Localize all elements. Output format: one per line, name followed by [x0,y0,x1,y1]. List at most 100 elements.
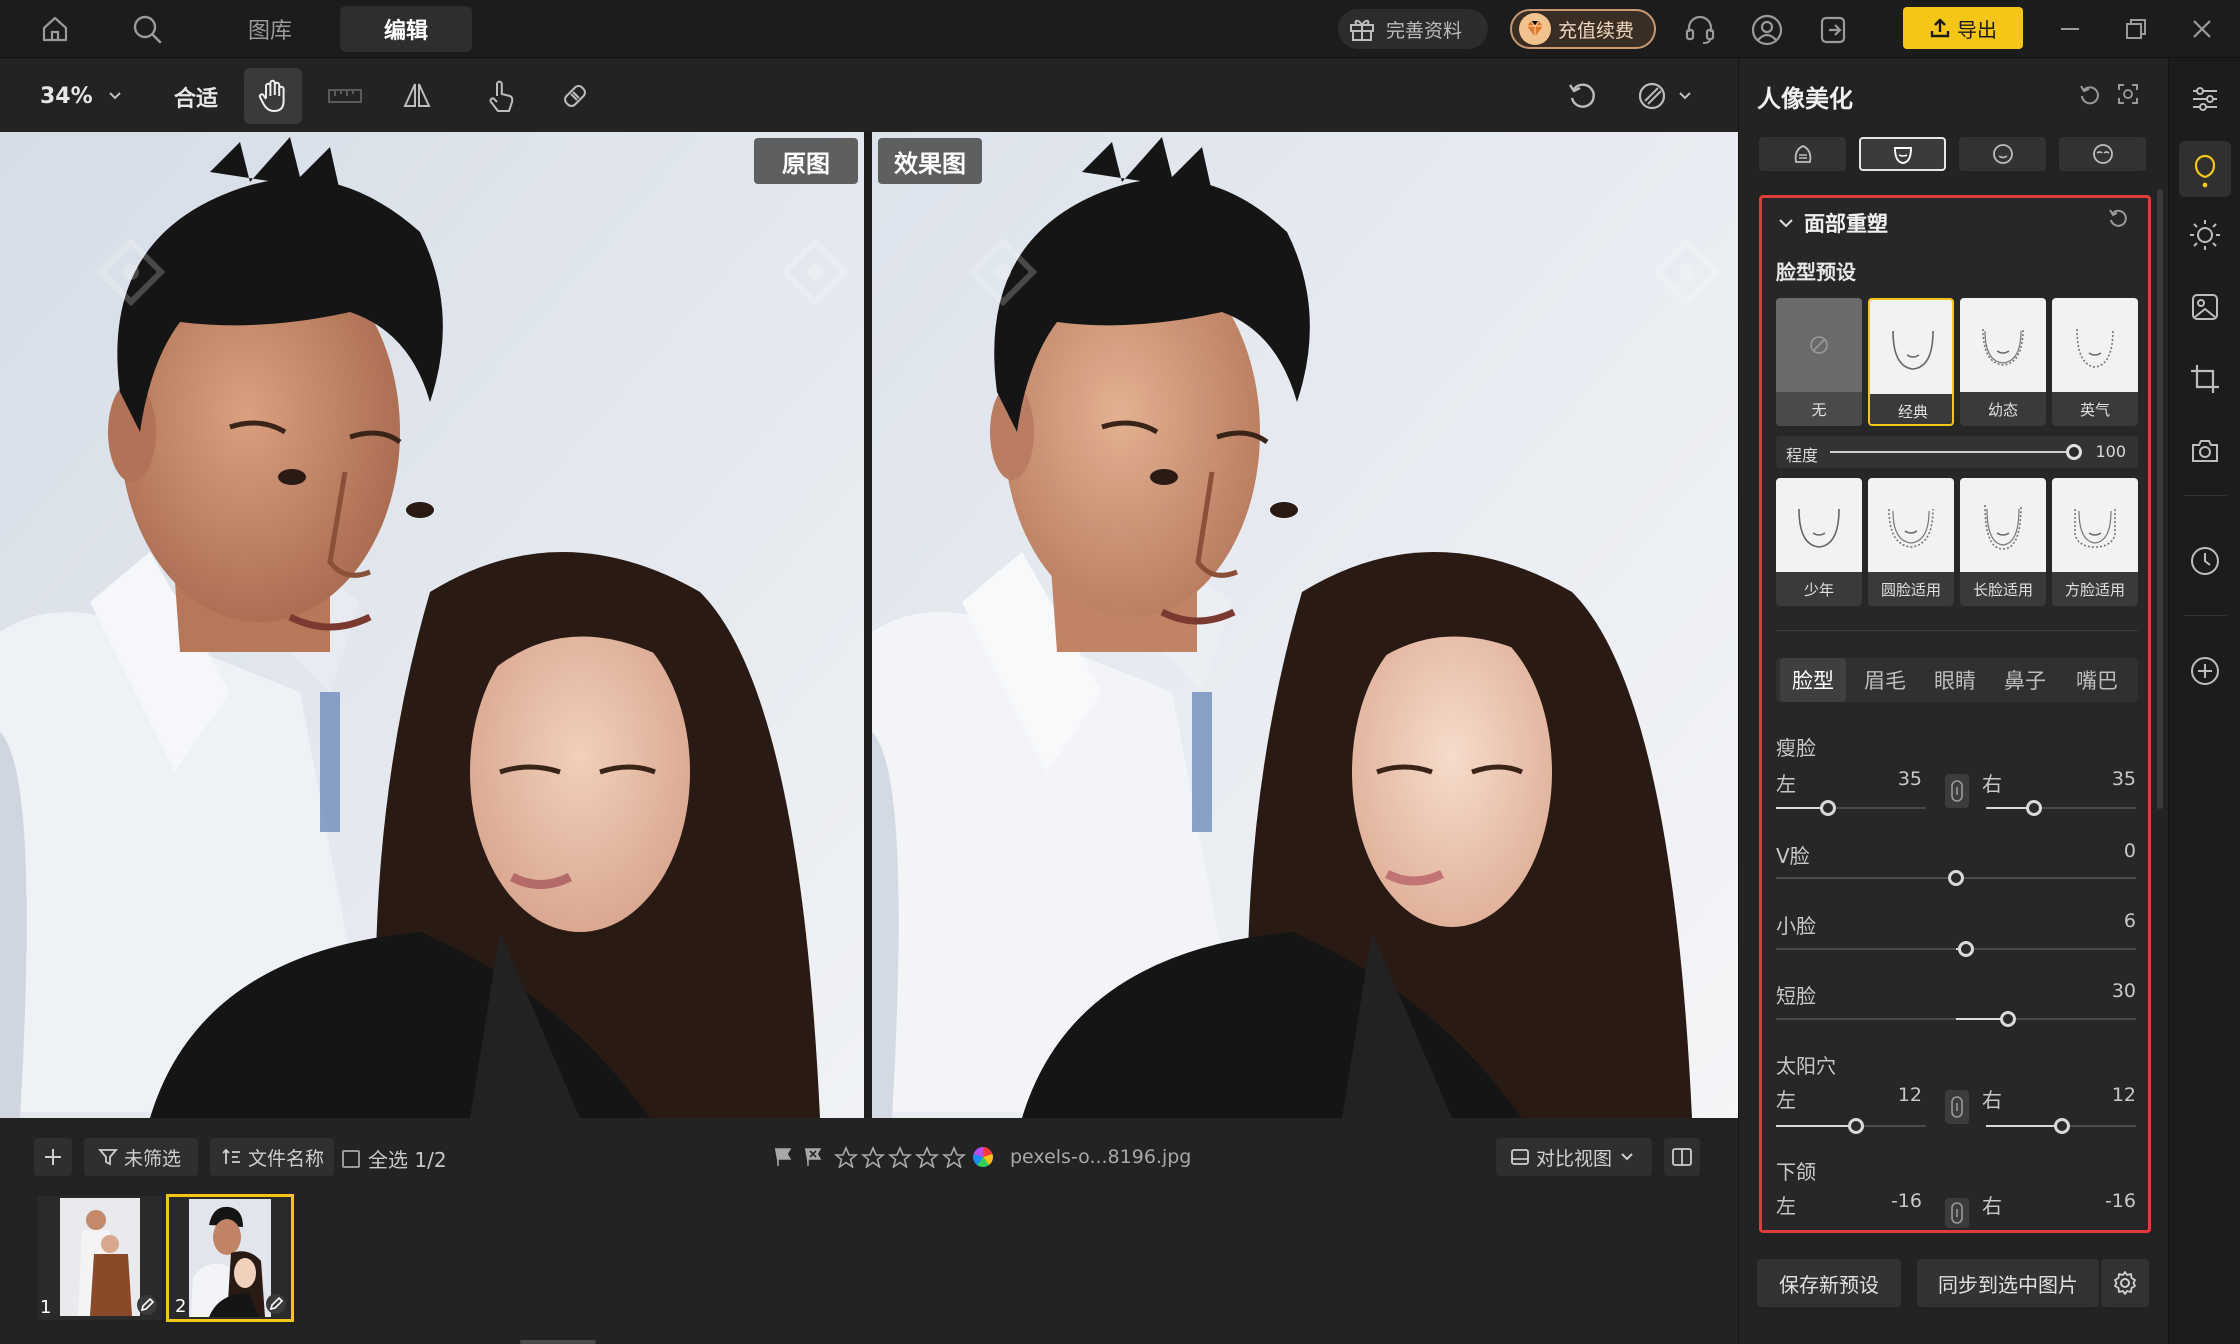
link-icon[interactable] [1945,774,1969,808]
thin-face-left-value: 35 [1897,768,1922,790]
temple-right-knob[interactable] [2054,1118,2070,1134]
export-button[interactable]: 导出 [1903,7,2023,49]
star-icon[interactable] [915,1146,939,1168]
preset-boyish[interactable]: 少年 [1776,478,1862,606]
preset-square-face[interactable]: 方脸适用 [2052,478,2138,606]
tab-eyes[interactable]: 眼睛 [1922,658,1988,702]
sync-button[interactable]: 同步到选中图片 [1917,1259,2099,1307]
ruler-icon[interactable] [316,68,374,124]
edited-badge-icon [136,1294,158,1316]
section-reset-icon[interactable] [2104,204,2132,232]
watermark-logo [780,237,850,307]
preset-label: 长脸适用 [1972,580,2033,599]
mirror-icon[interactable] [388,68,446,124]
thin-face-right-knob[interactable] [2026,800,2042,816]
compare-view-select[interactable]: 对比视图 [1496,1138,1652,1176]
v-face-label: V脸 [1776,844,1810,868]
compare-icon [1511,1149,1529,1165]
crop-icon[interactable] [2183,357,2227,401]
jaw-left-value: -16 [1890,1190,1922,1212]
tab-face-shape[interactable]: 脸型 [1780,658,1846,702]
complete-profile-button[interactable]: 完善资料 [1338,9,1488,49]
tab-eyebrows[interactable]: 眉毛 [1852,658,1918,702]
preset-classic[interactable]: 经典 [1868,298,1954,426]
headset-icon[interactable] [1680,12,1720,48]
face-detect-icon[interactable] [2113,79,2143,109]
minimize-icon[interactable] [2052,14,2088,44]
preset-none[interactable]: 无 [1776,298,1862,426]
save-preset-button[interactable]: 保存新预设 [1757,1259,1901,1307]
tab-library[interactable]: 图库 [222,6,318,52]
user-icon[interactable] [1748,12,1786,48]
preset-round-face[interactable]: 圆脸适用 [1868,478,1954,606]
temple-left-knob[interactable] [1848,1118,1864,1134]
result-image [872,132,1738,1118]
thumbnail-selected[interactable]: 2 [166,1194,294,1322]
select-all-checkbox[interactable]: 全选 1/2 [342,1144,447,1173]
star-icon[interactable] [888,1146,912,1168]
tab-skin[interactable] [1759,137,1846,171]
fit-button[interactable]: 合适 [174,81,218,113]
reset-icon[interactable] [1554,68,1612,124]
search-icon[interactable] [128,10,166,48]
thumbnail[interactable]: 1 [38,1196,162,1320]
link-icon[interactable] [1945,1090,1969,1124]
reject-flag-icon[interactable] [802,1146,824,1168]
add-button[interactable] [34,1138,72,1176]
tab-mouth[interactable]: 嘴巴 [2064,658,2130,702]
preset-youthful[interactable]: 幼态 [1960,298,2046,426]
sort-button[interactable]: 文件名称 [210,1138,334,1176]
eraser-icon[interactable] [546,68,604,124]
close-icon[interactable] [2184,14,2220,44]
preset-long-face[interactable]: 长脸适用 [1960,478,2046,606]
tab-face-reshape[interactable] [1859,137,1946,171]
home-icon[interactable] [36,12,74,46]
touch-icon[interactable] [472,68,530,124]
restore-icon[interactable] [2118,14,2154,44]
small-face-knob[interactable] [1958,941,1974,957]
recharge-button[interactable]: 充值续费 [1510,9,1656,49]
color-label-icon[interactable] [972,1146,994,1168]
split-view-button[interactable] [1664,1138,1700,1176]
star-icon[interactable] [834,1146,858,1168]
v-face-knob[interactable] [1948,870,1964,886]
tab-makeup[interactable] [1959,137,2046,171]
overlay-icon[interactable] [1624,68,1704,124]
thin-face-left-knob[interactable] [1820,800,1836,816]
history-icon[interactable] [2183,539,2227,583]
tab-edit[interactable]: 编辑 [340,6,472,52]
adjust-icon[interactable] [2183,77,2227,121]
section-header[interactable]: 面部重塑 [1778,208,1888,238]
face-contour-icon [1868,478,1954,572]
settings-icon[interactable] [2101,1259,2149,1307]
preset-label: 经典 [1897,402,1928,421]
logout-icon[interactable] [1814,12,1852,48]
camera-icon[interactable] [2183,429,2227,473]
filmstrip-scrollbar[interactable] [520,1340,596,1344]
tab-nose[interactable]: 鼻子 [1992,658,2058,702]
tab-eyes[interactable] [2059,137,2146,171]
filter-button[interactable]: 未筛选 [84,1138,198,1176]
image-edit-icon[interactable] [2183,285,2227,329]
degree-slider[interactable]: 程度 100 [1776,436,2138,468]
preset-heroic[interactable]: 英气 [2052,298,2138,426]
add-circle-icon[interactable] [2183,649,2227,693]
section-title: 面部重塑 [1804,212,1888,236]
face-contour-icon [1870,300,1952,394]
flag-icon[interactable] [772,1146,794,1168]
link-icon[interactable] [1945,1198,1969,1228]
select-all-label: 全选 1/2 [368,1148,447,1172]
hand-icon[interactable] [244,68,302,124]
watermark-logo [968,237,1038,307]
panel-scrollbar[interactable] [2157,189,2163,809]
degree-knob[interactable] [2066,444,2082,460]
panel-reset-icon[interactable] [2075,79,2105,109]
zoom-select[interactable]: 34% [40,78,123,114]
light-icon[interactable] [2183,213,2227,257]
portrait-icon[interactable] [2179,141,2231,197]
eye-mask-icon [2092,144,2113,164]
degree-value: 100 [2095,442,2126,461]
short-face-knob[interactable] [2000,1011,2016,1027]
star-icon[interactable] [942,1146,966,1168]
star-icon[interactable] [861,1146,885,1168]
